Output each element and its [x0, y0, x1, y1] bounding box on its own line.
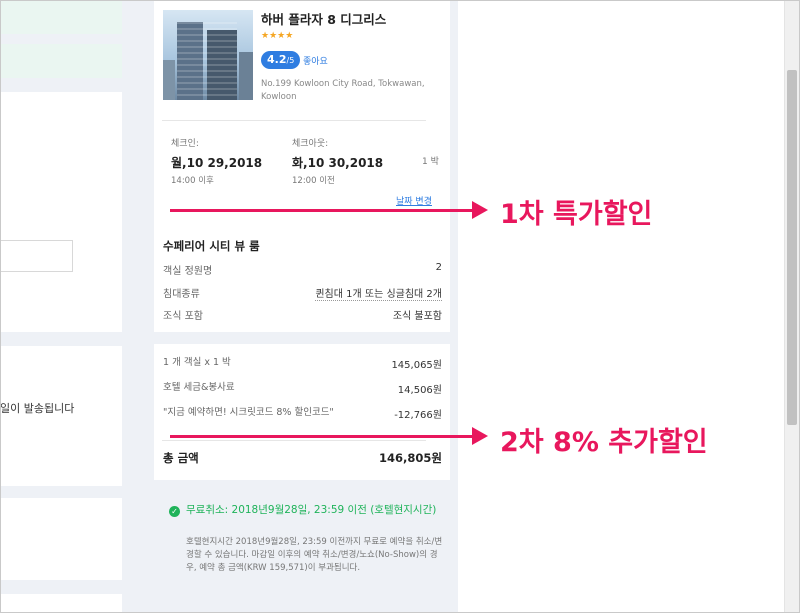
- left-text-input[interactable]: [0, 240, 73, 272]
- scrollbar-thumb[interactable]: [787, 70, 797, 425]
- left-form-card: [0, 92, 122, 332]
- rating-score: 4.2: [267, 53, 287, 66]
- tax-value: 14,506원: [397, 385, 442, 396]
- annotation-first-discount: 1차 특가할인: [500, 199, 653, 230]
- total-value: 146,805원: [379, 451, 442, 465]
- room-night-value: 145,065원: [391, 360, 442, 371]
- left-column: [0, 0, 132, 613]
- checkout-date: 화,10 30,2018: [292, 156, 384, 170]
- breakfast-value: 조식 불포함: [392, 311, 442, 322]
- rating-badge: 4.2/5: [261, 51, 301, 69]
- left-card-bottom: [0, 498, 122, 580]
- check-icon: ✓: [169, 506, 180, 517]
- bed-type-value[interactable]: 퀸침대 1개 또는 싱글침대 2개: [315, 285, 442, 301]
- room-title: 수페리어 시티 뷰 룸: [163, 239, 260, 253]
- left-notice-card: [0, 346, 122, 486]
- arrow-line-first: [170, 209, 474, 212]
- checkout-label: 체크아웃:: [292, 139, 329, 149]
- checkout-time: 12:00 이전: [292, 176, 335, 186]
- arrow-head-second-icon: [472, 427, 488, 445]
- left-banner-second: [0, 44, 122, 78]
- occupancy-label: 객실 정원명: [163, 266, 213, 277]
- cancellation-title: 무료취소: 2018년9월28일, 23:59 이전 (호텔현지시간): [186, 504, 437, 516]
- discount-value: -12,766원: [394, 410, 442, 421]
- hotel-name[interactable]: 하버 플라자 8 디그리스: [261, 9, 386, 28]
- occupancy-value: 2: [435, 262, 442, 273]
- left-card-last: [0, 594, 122, 613]
- rating-text: 좋아요: [303, 57, 328, 67]
- checkin-label: 체크인:: [171, 139, 199, 149]
- divider: [162, 120, 426, 121]
- right-content-area: [458, 0, 784, 613]
- divider: [162, 440, 426, 441]
- change-dates-link[interactable]: 날짜 변경: [396, 194, 432, 207]
- hotel-address: No.199 Kowloon City Road, Tokwawan, Kowl…: [261, 79, 425, 102]
- left-notice-text: 일이 발송됩니다: [0, 402, 75, 415]
- cancellation-description: 호텔현지시간 2018년9월28일, 23:59 이전까지 무료로 예약을 취소…: [186, 537, 443, 573]
- bed-type-label: 침대종류: [163, 289, 200, 300]
- left-banner-top: [0, 0, 122, 34]
- hotel-stars-icon: ★★★★: [261, 31, 294, 41]
- room-night-label: 1 개 객실 x 1 박: [163, 357, 231, 368]
- checkin-date: 월,10 29,2018: [171, 156, 263, 170]
- nights-count: 1 박: [422, 157, 439, 167]
- booking-summary-panel: 하버 플라자 8 디그리스 ★★★★ 4.2/5 좋아요 No.199 Kowl…: [146, 0, 458, 613]
- hotel-photo: [163, 10, 253, 100]
- total-label: 총 금액: [163, 451, 199, 465]
- checkin-time: 14:00 이후: [171, 176, 214, 186]
- discount-label: "지금 예약하면! 시크릿코드 8% 할인코드": [163, 407, 334, 418]
- rating-scale: /5: [286, 56, 295, 65]
- annotation-second-discount: 2차 8% 추가할인: [500, 427, 708, 458]
- tax-label: 호텔 세금&봉사료: [163, 382, 235, 393]
- arrow-head-first-icon: [472, 201, 488, 219]
- breakfast-label: 조식 포함: [163, 311, 203, 322]
- arrow-line-second: [170, 435, 474, 438]
